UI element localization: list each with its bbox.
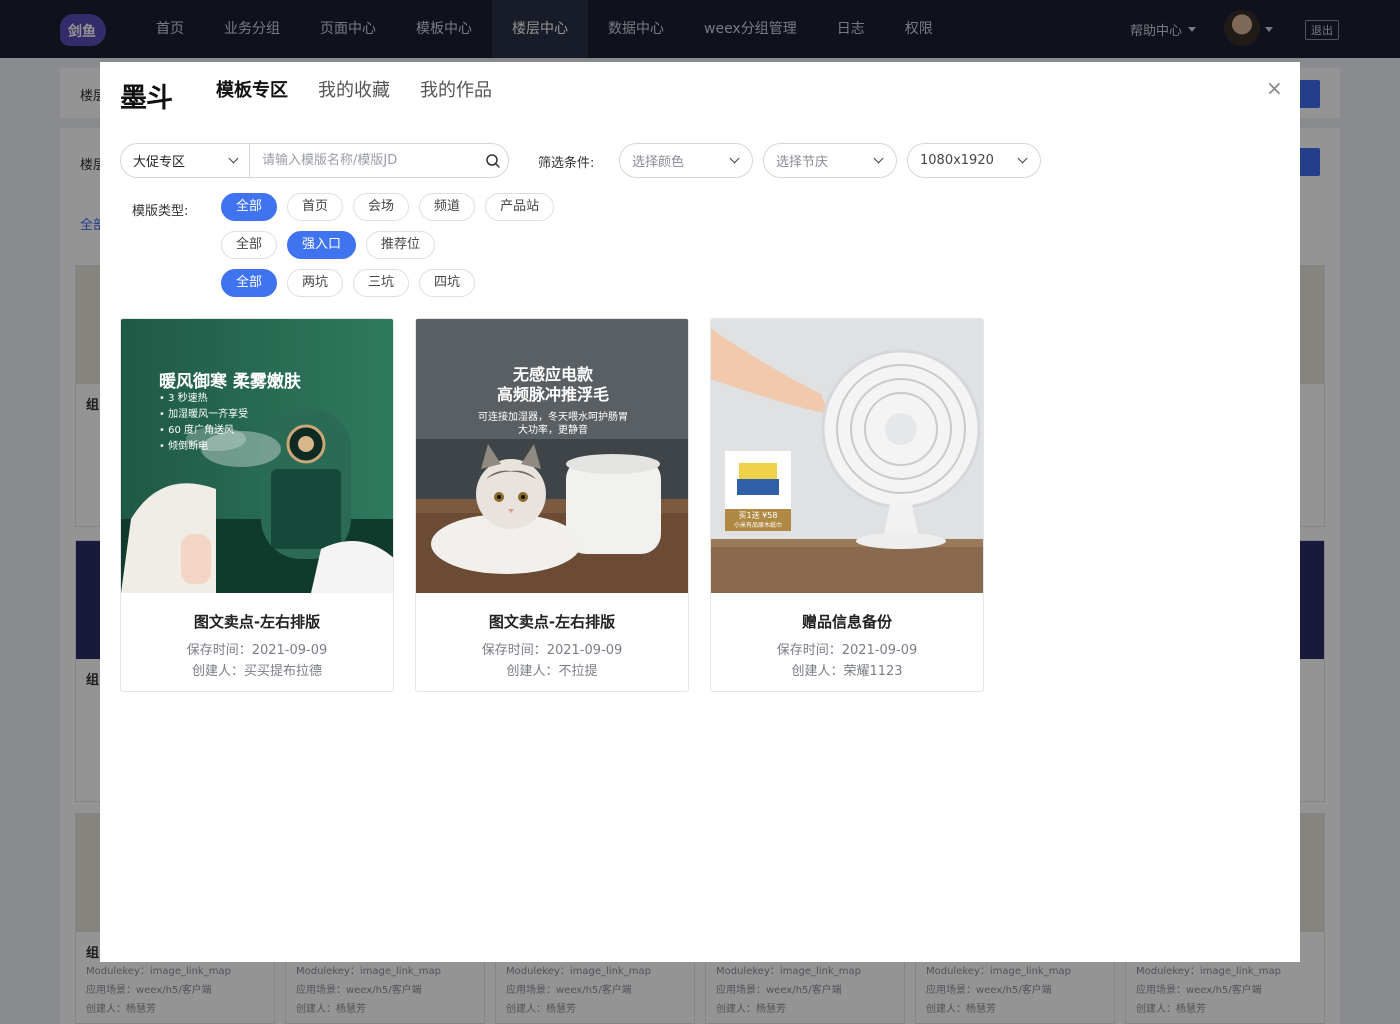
chip-channel[interactable]: 频道 — [419, 193, 476, 221]
template-card-title: 赠品信息备份 — [801, 613, 892, 631]
template-creator: 创建人：荣耀1123 — [791, 664, 903, 679]
chevron-down-icon — [1017, 153, 1028, 164]
color-select-value: 选择颜色 — [632, 155, 685, 170]
chip-home[interactable]: 首页 — [287, 193, 344, 221]
search-input[interactable] — [250, 144, 478, 177]
close-icon[interactable]: × — [1266, 78, 1283, 98]
template-saved-time: 保存时间：2021-09-09 — [186, 643, 328, 658]
cat-subtext-line: 可连接加湿器，冬天喂水呵护肠胃 — [478, 412, 628, 423]
template-creator: 创建人：不拉提 — [506, 664, 598, 679]
gift-badge-line: 小米有品原木纸巾 — [733, 522, 782, 529]
zone-select[interactable]: 大促专区 — [121, 144, 250, 177]
template-picker-modal: 墨斗 模板专区 我的收藏 我的作品 × 大促专区 筛选条件: 选择颜色 选择节庆… — [100, 62, 1300, 962]
tab-my-works[interactable]: 我的作品 — [420, 79, 492, 103]
gift-badge-line: 买1送 ¥58 — [738, 511, 778, 520]
type-chip-row-3: 全部 两坑 三坑 四坑 — [221, 269, 476, 297]
chip-all[interactable]: 全部 — [221, 231, 278, 259]
chip-all[interactable]: 全部 — [221, 193, 278, 221]
heater-bullet: • 3 秒速热 — [159, 393, 208, 404]
chip-two-slots[interactable]: 两坑 — [287, 269, 344, 297]
template-thumbnail-fan: 买1送 ¥58 小米有品原木纸巾 — [711, 319, 983, 593]
type-chip-row-1: 全部 首页 会场 频道 产品站 — [221, 193, 555, 221]
chip-all[interactable]: 全部 — [221, 269, 278, 297]
size-select[interactable]: 1080x1920 — [907, 143, 1041, 178]
template-card-title: 图文卖点-左右排版 — [193, 613, 321, 631]
chip-recommend-slot[interactable]: 推荐位 — [366, 231, 436, 259]
brand-logo: 墨斗 — [120, 83, 173, 114]
festival-select[interactable]: 选择节庆 — [763, 143, 897, 178]
zone-select-value: 大促专区 — [133, 155, 186, 170]
size-select-value: 1080x1920 — [920, 153, 994, 168]
cat-subtext-line: 大功率，更静音 — [518, 425, 588, 436]
template-thumbnail-cat-fountain: 无感应电款 高频脉冲推浮毛 可连接加湿器，冬天喂水呵护肠胃 大功率，更静音 — [416, 319, 688, 593]
cat-headline: 无感应电款 高频脉冲推浮毛 — [416, 365, 688, 405]
template-creator: 创建人：买买提布拉德 — [191, 664, 322, 679]
template-thumbnail-heater: 暖风御寒 柔雾嫩肤 • 3 秒速热 • 加湿暖风一齐享受 • 60 度广角送风 … — [121, 319, 393, 593]
template-card[interactable]: 暖风御寒 柔雾嫩肤 • 3 秒速热 • 加湿暖风一齐享受 • 60 度广角送风 … — [120, 318, 394, 692]
tab-my-favorites[interactable]: 我的收藏 — [318, 79, 390, 103]
gift-badge: 买1送 ¥58 小米有品原木纸巾 — [725, 511, 791, 531]
search-group: 大促专区 — [120, 143, 509, 178]
chip-four-slots[interactable]: 四坑 — [419, 269, 476, 297]
festival-select-value: 选择节庆 — [776, 155, 829, 170]
modal-tabs: 模板专区 我的收藏 我的作品 — [216, 79, 492, 103]
filter-label: 筛选条件: — [538, 156, 595, 171]
tab-template-zone[interactable]: 模板专区 — [216, 79, 288, 103]
heater-bullet: • 加湿暖风一齐享受 — [159, 409, 249, 420]
template-saved-time: 保存时间：2021-09-09 — [776, 643, 918, 658]
chip-venue[interactable]: 会场 — [353, 193, 410, 221]
template-card[interactable]: 无感应电款 高频脉冲推浮毛 可连接加湿器，冬天喂水呵护肠胃 大功率，更静音 图文… — [415, 318, 689, 692]
heater-bullet: • 倾倒断电 — [159, 441, 209, 452]
type-chip-row-2: 全部 强入口 推荐位 — [221, 231, 436, 259]
template-card[interactable]: 买1送 ¥58 小米有品原木纸巾 赠品信息备份 保存时间：2021-09-09 … — [710, 318, 984, 692]
cat-headline-line: 无感应电款 — [512, 365, 593, 384]
color-select[interactable]: 选择颜色 — [619, 143, 753, 178]
chevron-down-icon — [228, 153, 239, 164]
heater-bullets: • 3 秒速热 • 加湿暖风一齐享受 • 60 度广角送风 • 倾倒断电 — [159, 391, 248, 455]
chevron-down-icon — [873, 153, 884, 164]
chip-product-site[interactable]: 产品站 — [485, 193, 555, 221]
cat-headline-line: 高频脉冲推浮毛 — [496, 385, 609, 404]
heater-bullet: • 60 度广角送风 — [159, 425, 234, 436]
cat-subtext: 可连接加湿器，冬天喂水呵护肠胃 大功率，更静音 — [416, 411, 688, 437]
chevron-down-icon — [729, 153, 740, 164]
heater-headline: 暖风御寒 柔雾嫩肤 — [159, 372, 301, 392]
chip-three-slots[interactable]: 三坑 — [353, 269, 410, 297]
template-card-title: 图文卖点-左右排版 — [488, 613, 616, 631]
template-saved-time: 保存时间：2021-09-09 — [481, 643, 623, 658]
chip-strong-entry[interactable]: 强入口 — [287, 231, 357, 259]
template-type-label: 模版类型: — [132, 204, 189, 219]
search-icon[interactable] — [478, 144, 508, 177]
